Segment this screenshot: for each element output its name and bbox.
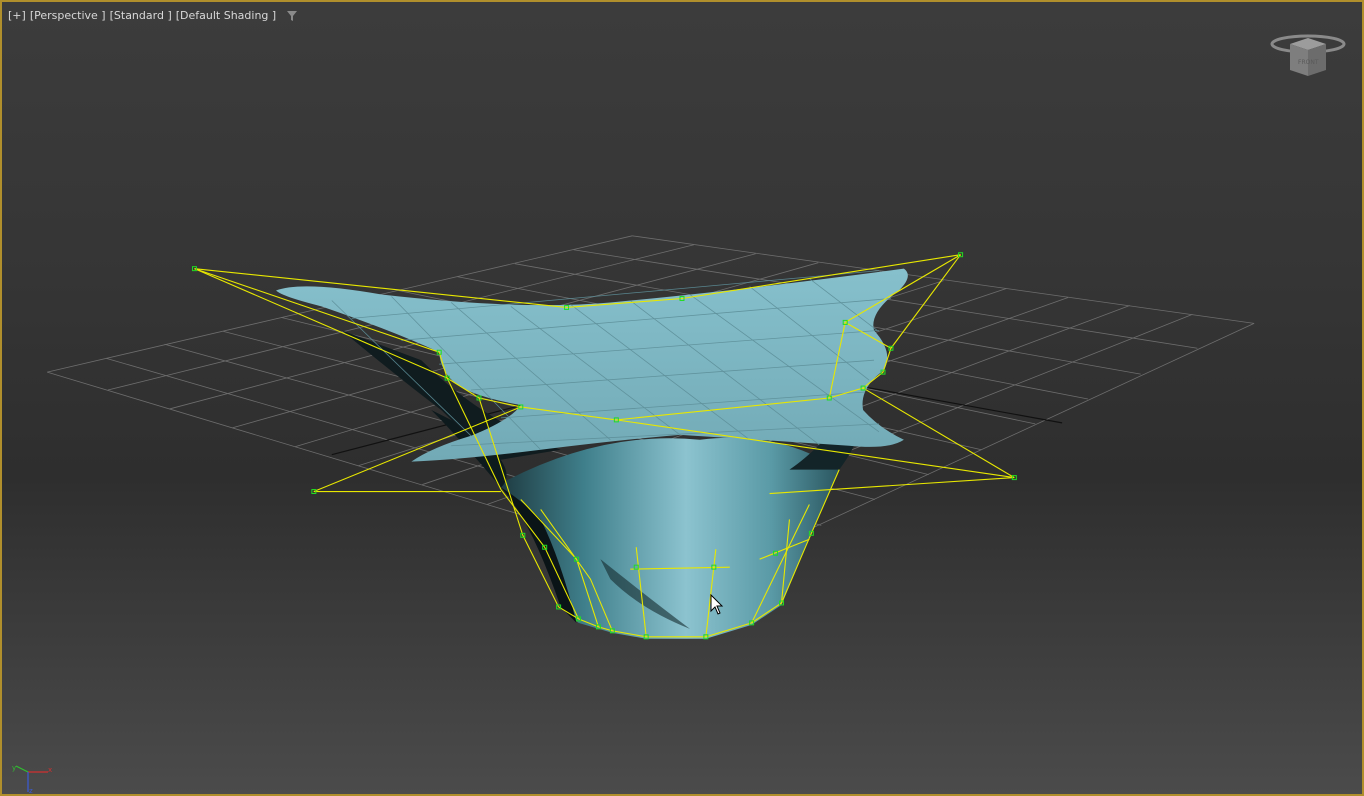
funnel-icon[interactable] bbox=[286, 10, 298, 22]
axis-tripod-icon: x y z bbox=[12, 764, 52, 795]
svg-text:z: z bbox=[29, 787, 33, 795]
viewport-shading-menu[interactable]: [Default Shading ] bbox=[176, 9, 276, 22]
viewcube-face-label: FRONT bbox=[1298, 59, 1319, 66]
viewcube-icon[interactable]: FRONT bbox=[1268, 32, 1348, 82]
viewport-point-of-view-menu[interactable]: [Perspective ] bbox=[30, 9, 106, 22]
svg-text:x: x bbox=[48, 766, 52, 774]
viewport-plus-menu[interactable]: [+] bbox=[8, 9, 26, 22]
svg-text:y: y bbox=[12, 764, 16, 772]
viewport-label-menu: [+] [Perspective ] [Standard ] [Default … bbox=[8, 9, 298, 22]
scene-canvas[interactable] bbox=[2, 2, 1362, 794]
viewport-standard-menu[interactable]: [Standard ] bbox=[110, 9, 172, 22]
surface-top bbox=[276, 268, 908, 462]
perspective-viewport[interactable]: [+] [Perspective ] [Standard ] [Default … bbox=[0, 0, 1364, 796]
mouse-cursor-icon bbox=[710, 594, 724, 615]
